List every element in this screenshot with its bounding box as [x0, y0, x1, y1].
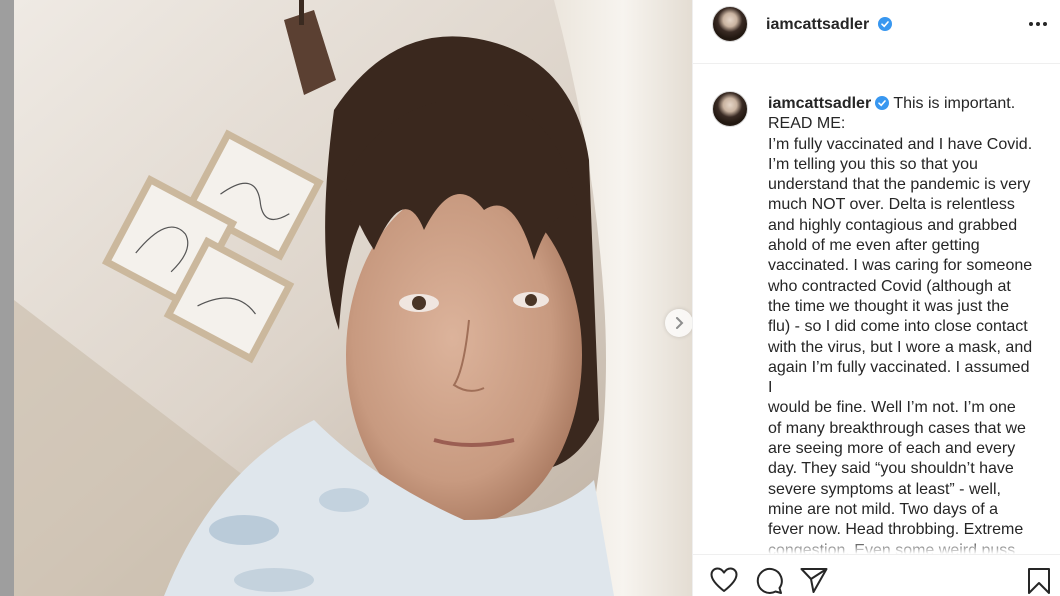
caption-line: mine are not mild. Two days of a — [768, 500, 999, 518]
caption-line: with the virus, but I wore a mask, and — [768, 338, 1033, 356]
comment-button[interactable] — [755, 567, 785, 596]
bookmark-icon — [1028, 568, 1050, 594]
avatar[interactable] — [712, 6, 748, 42]
speech-bubble-icon — [756, 568, 783, 594]
caption-line: This is important. — [893, 95, 1016, 112]
save-button[interactable] — [1027, 567, 1057, 596]
verified-badge-icon — [875, 96, 890, 110]
caption-line: are seeing more of each and every — [768, 440, 1016, 458]
share-button[interactable] — [800, 567, 830, 596]
caption-line: and highly contagious and grabbed — [768, 216, 1018, 234]
header-username[interactable]: iamcattsadler — [766, 16, 892, 34]
caption-area: iamcattsadler This is important. READ ME:… — [693, 64, 1060, 554]
post-photo[interactable] — [14, 0, 692, 596]
caption-line: flu) - so I did come into close contact — [768, 318, 1028, 336]
post-photo-illustration — [14, 0, 692, 596]
caption-line: fever now. Head throbbing. Extreme — [768, 521, 1024, 539]
post-caption: iamcattsadler This is important. READ ME:… — [768, 94, 1038, 554]
caption-line: would be fine. Well I’m not. I’m one — [768, 399, 1016, 417]
caption-line: of many breakthrough cases that we — [768, 419, 1026, 437]
verified-badge-icon — [877, 17, 892, 31]
chevron-right-icon — [676, 317, 684, 329]
caption-line: again I’m fully vaccinated. I assumed I — [768, 358, 1030, 397]
caption-text: This is important. READ ME: I’m fully vacc… — [768, 95, 1032, 554]
paper-plane-icon — [800, 568, 828, 593]
action-bar — [693, 554, 1060, 596]
caption-line: understand that the pandemic is very — [768, 176, 1031, 194]
caption-line: I’m fully vaccinated and I have Covid. — [768, 135, 1033, 153]
caption-fade — [693, 540, 1060, 554]
more-horizontal-icon — [1029, 22, 1047, 26]
post-side-panel: iamcattsadler iamcattsadler This is impo… — [692, 0, 1060, 596]
header-username-text[interactable]: iamcattsadler — [766, 16, 869, 33]
left-gutter — [0, 0, 14, 596]
post-header: iamcattsadler — [693, 0, 1060, 64]
caption-line: severe symptoms at least” - well, — [768, 480, 1001, 498]
caption-line: READ ME: — [768, 115, 846, 133]
caption-line: ahold of me even after getting — [768, 237, 980, 255]
caption-line: vaccinated. I was caring for someone — [768, 257, 1033, 275]
caption-line: the time we thought it was just the — [768, 297, 1010, 315]
heart-icon — [710, 567, 738, 592]
like-button[interactable] — [710, 567, 740, 596]
caption-username[interactable]: iamcattsadler — [768, 95, 871, 112]
caption-line: day. They said “you shouldn’t have — [768, 460, 1014, 478]
caption-line: much NOT over. Delta is relentless — [768, 196, 1015, 214]
caption-avatar[interactable] — [712, 91, 748, 127]
caption-line: who contracted Covid (although at — [768, 277, 1011, 295]
caption-line: I’m telling you this so that you — [768, 155, 978, 173]
next-photo-button[interactable] — [665, 309, 692, 337]
more-options-button[interactable] — [1026, 14, 1050, 34]
